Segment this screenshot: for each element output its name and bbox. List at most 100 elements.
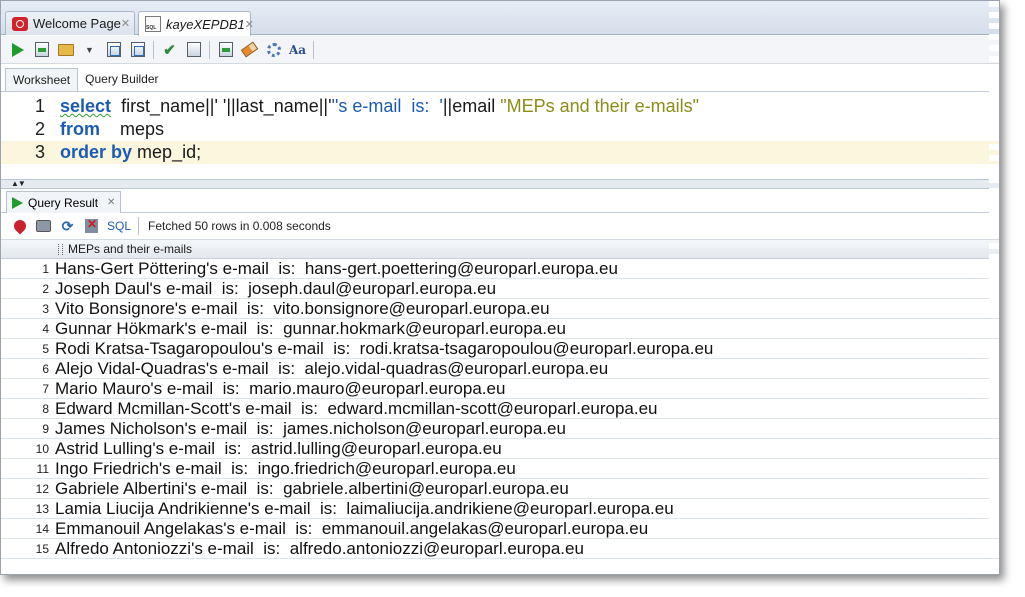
code-fragment: ||email [442,96,501,116]
run-script-button[interactable] [33,41,50,58]
sql-editor[interactable]: 1 select first_name||' '||last_name||'''… [1,93,999,179]
close-icon[interactable]: ✕ [245,18,254,31]
row-number: 9 [42,422,49,436]
sql-developer-window: Welcome Page ✕ kayeXEPDB1 ✕ ▼ ✔ Aa Works… [0,0,1000,575]
tab-label: Query Result [28,195,99,210]
keyword: from [60,119,100,139]
table-cell[interactable]: James Nicholson's e-mail is: james.nicho… [55,419,566,439]
close-icon[interactable]: ✕ [121,17,130,30]
code-line: 1 select first_name||' '||last_name||'''… [1,95,999,118]
fetch-status: Fetched 50 rows in 0.008 seconds [148,219,331,233]
table-row[interactable]: 11 Ingo Friedrich's e-mail is: ingo.fried… [1,459,999,479]
table-cell[interactable]: Rodi Kratsa-Tsagaropoulou's e-mail is: r… [55,339,713,359]
table-row[interactable]: 15 Alfredo Antoniozzi's e-mail is: alfred… [1,539,999,559]
table-cell[interactable]: Alfredo Antoniozzi's e-mail is: alfredo.… [55,539,584,559]
row-number: 2 [42,282,49,296]
tab-worksheet[interactable]: Worksheet [5,68,79,91]
toolbar-divider [153,40,154,59]
string-literal: ''s e-mail is: ' [331,96,443,116]
table-cell[interactable]: Edward Mcmillan-Scott's e-mail is: edwar… [55,399,658,419]
row-number: 12 [35,482,49,496]
table-cell[interactable]: Gabriele Albertini's e-mail is: gabriele… [55,479,569,499]
table-row[interactable]: 12 Gabriele Albertini's e-mail is: gabrie… [1,479,999,499]
refresh-icon: ⟳ [61,217,74,234]
delete-button[interactable] [83,217,100,235]
print-icon [36,220,51,232]
close-icon[interactable]: ✕ [107,197,115,208]
row-number: 14 [35,522,49,536]
table-row[interactable]: 14 Emmanouil Angelakas's e-mail is: emman… [1,519,999,539]
table-row[interactable]: 6 Alejo Vidal-Quadras's e-mail is: alejo.… [1,359,999,379]
run-icon [12,196,23,209]
table-cell[interactable]: Emmanouil Angelakas's e-mail is: emmanou… [55,519,648,539]
code-line: 2 from meps [1,118,999,141]
text-case-icon: Aa [288,42,307,57]
table-cell[interactable]: Mario Mauro's e-mail is: mario.mauro@eur… [55,379,505,399]
row-number: 4 [42,322,49,336]
refresh-button[interactable]: ⟳ [59,218,76,235]
collapse-arrows-icon[interactable]: ▲▼ [11,179,26,188]
tab-worksheet-connection[interactable]: kayeXEPDB1 ✕ [138,11,254,36]
table-cell[interactable]: Gunnar Hökmark's e-mail is: gunnar.hokma… [55,319,566,339]
sql-history-button[interactable] [265,41,282,58]
code-fragment: mep_id; [137,142,202,162]
tab-query-builder[interactable]: Query Builder [78,68,165,91]
table-row[interactable]: 5 Rodi Kratsa-Tsagaropoulou's e-mail is: … [1,339,999,359]
chevron-down-icon: ▼ [85,44,94,55]
toolbar-dropdown[interactable]: ▼ [81,41,98,58]
table-row[interactable]: 3 Vito Bonsignore's e-mail is: vito.bonsi… [1,299,999,319]
row-number: 13 [35,502,49,516]
code-line-current: 3 order by mep_id; [1,141,999,164]
rollback-button[interactable] [185,41,202,58]
sql-link[interactable]: SQL [107,219,131,233]
table-row[interactable]: 2 Joseph Daul's e-mail is: joseph.daul@eu… [1,279,999,299]
sql-tuning-button[interactable] [217,41,234,58]
oracle-icon [12,16,28,31]
table-row[interactable]: 9 James Nicholson's e-mail is: james.nich… [1,419,999,439]
table-cell[interactable]: Ingo Friedrich's e-mail is: ingo.friedri… [55,459,516,479]
table-cell[interactable]: Joseph Daul's e-mail is: joseph.daul@eur… [55,279,496,299]
table-cell[interactable]: Alejo Vidal-Quadras's e-mail is: alejo.v… [55,359,608,379]
table-row[interactable]: 13 Lamia Liucija Andrikienne's e-mail is:… [1,499,999,519]
explain-plan-icon [106,42,121,57]
table-cell[interactable]: Hans-Gert Pöttering's e-mail is: hans-ge… [55,259,618,279]
line-number: 3 [34,142,45,162]
result-tab-strip: Query Result ✕ [1,190,999,213]
result-grid: 1 Hans-Gert Pöttering's e-mail is: hans-g… [1,259,999,574]
run-statement-button[interactable] [9,41,26,58]
autotrace-icon [130,42,145,57]
table-row[interactable]: 8 Edward Mcmillan-Scott's e-mail is: edwa… [1,399,999,419]
tab-query-result[interactable]: Query Result ✕ [6,191,122,213]
toolbar-divider [209,40,210,59]
row-number: 6 [42,362,49,376]
table-row[interactable]: 7 Mario Mauro's e-mail is: mario.mauro@eu… [1,379,999,399]
format-case-button[interactable]: Aa [289,41,306,58]
row-number: 11 [36,462,49,476]
column-header[interactable]: MEPs and their e-mails [68,242,192,256]
print-button[interactable] [35,218,52,235]
table-row[interactable]: 10 Astrid Lulling's e-mail is: astrid.lul… [1,439,999,459]
pin-icon [11,217,28,235]
autotrace-button[interactable] [57,41,74,58]
worksheet-subtabs: Worksheet Query Builder [1,68,999,92]
table-cell[interactable]: Vito Bonsignore's e-mail is: vito.bonsig… [55,299,550,319]
result-toolbar: ⟳ SQL Fetched 50 rows in 0.008 seconds [1,214,999,238]
column-grip-icon [58,244,63,255]
explain-plan-button[interactable] [105,41,122,58]
editor-toolbar: ▼ ✔ Aa [1,36,999,64]
tab-welcome-page[interactable]: Welcome Page ✕ [5,11,135,35]
row-number: 7 [42,382,49,396]
clear-button[interactable] [240,41,259,58]
toolbar-divider [138,217,140,235]
code-fragment: meps [120,119,165,139]
table-cell[interactable]: Lamia Liucija Andrikienne's e-mail is: l… [55,499,674,519]
table-cell[interactable]: Astrid Lulling's e-mail is: astrid.lulli… [55,439,502,459]
panel-splitter[interactable]: ▲▼ [1,179,999,189]
commit-button[interactable]: ✔ [161,41,178,59]
autotrace-report-button[interactable] [129,41,146,58]
table-row[interactable]: 4 Gunnar Hökmark's e-mail is: gunnar.hokm… [1,319,999,339]
document-tab-strip: Welcome Page ✕ kayeXEPDB1 ✕ [1,1,999,36]
keyword: select [60,96,112,116]
freeze-view-button[interactable] [11,217,28,235]
table-row[interactable]: 1 Hans-Gert Pöttering's e-mail is: hans-g… [1,259,999,279]
